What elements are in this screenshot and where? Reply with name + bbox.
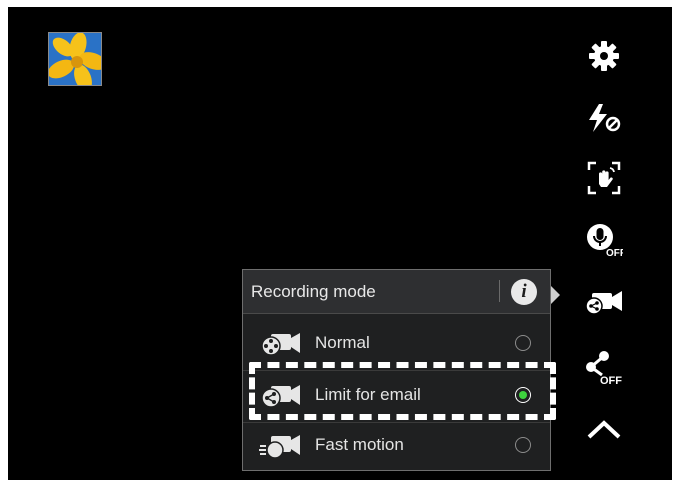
panel-title: Recording mode bbox=[251, 282, 376, 301]
share-shot-off-icon[interactable]: OFF bbox=[582, 344, 626, 388]
svg-text:OFF: OFF bbox=[600, 375, 622, 385]
collapse-chevron-up-icon[interactable] bbox=[582, 407, 626, 451]
settings-gear-icon[interactable] bbox=[582, 34, 626, 78]
info-icon[interactable]: i bbox=[511, 279, 537, 305]
flower-photo-icon bbox=[49, 33, 101, 85]
gallery-thumbnail[interactable] bbox=[48, 32, 102, 86]
recording-mode-icon[interactable] bbox=[582, 280, 626, 324]
panel-pointer-arrow bbox=[551, 286, 560, 304]
voice-control-off-icon[interactable]: OFF bbox=[582, 218, 626, 262]
option-fast-motion[interactable]: Fast motion bbox=[243, 420, 550, 472]
option-label: Normal bbox=[315, 333, 370, 352]
selection-highlight-box bbox=[249, 362, 556, 420]
header-divider bbox=[499, 280, 500, 302]
option-label: Fast motion bbox=[315, 435, 404, 454]
radio-normal[interactable] bbox=[515, 335, 531, 351]
svg-text:OFF: OFF bbox=[606, 248, 623, 258]
radio-fast-motion[interactable] bbox=[515, 437, 531, 453]
normal-mode-icon bbox=[261, 333, 300, 356]
panel-header: Recording mode i bbox=[243, 270, 550, 314]
flash-off-icon[interactable] bbox=[582, 96, 626, 140]
gesture-shot-icon[interactable] bbox=[582, 156, 626, 200]
fast-motion-mode-icon bbox=[259, 435, 300, 459]
